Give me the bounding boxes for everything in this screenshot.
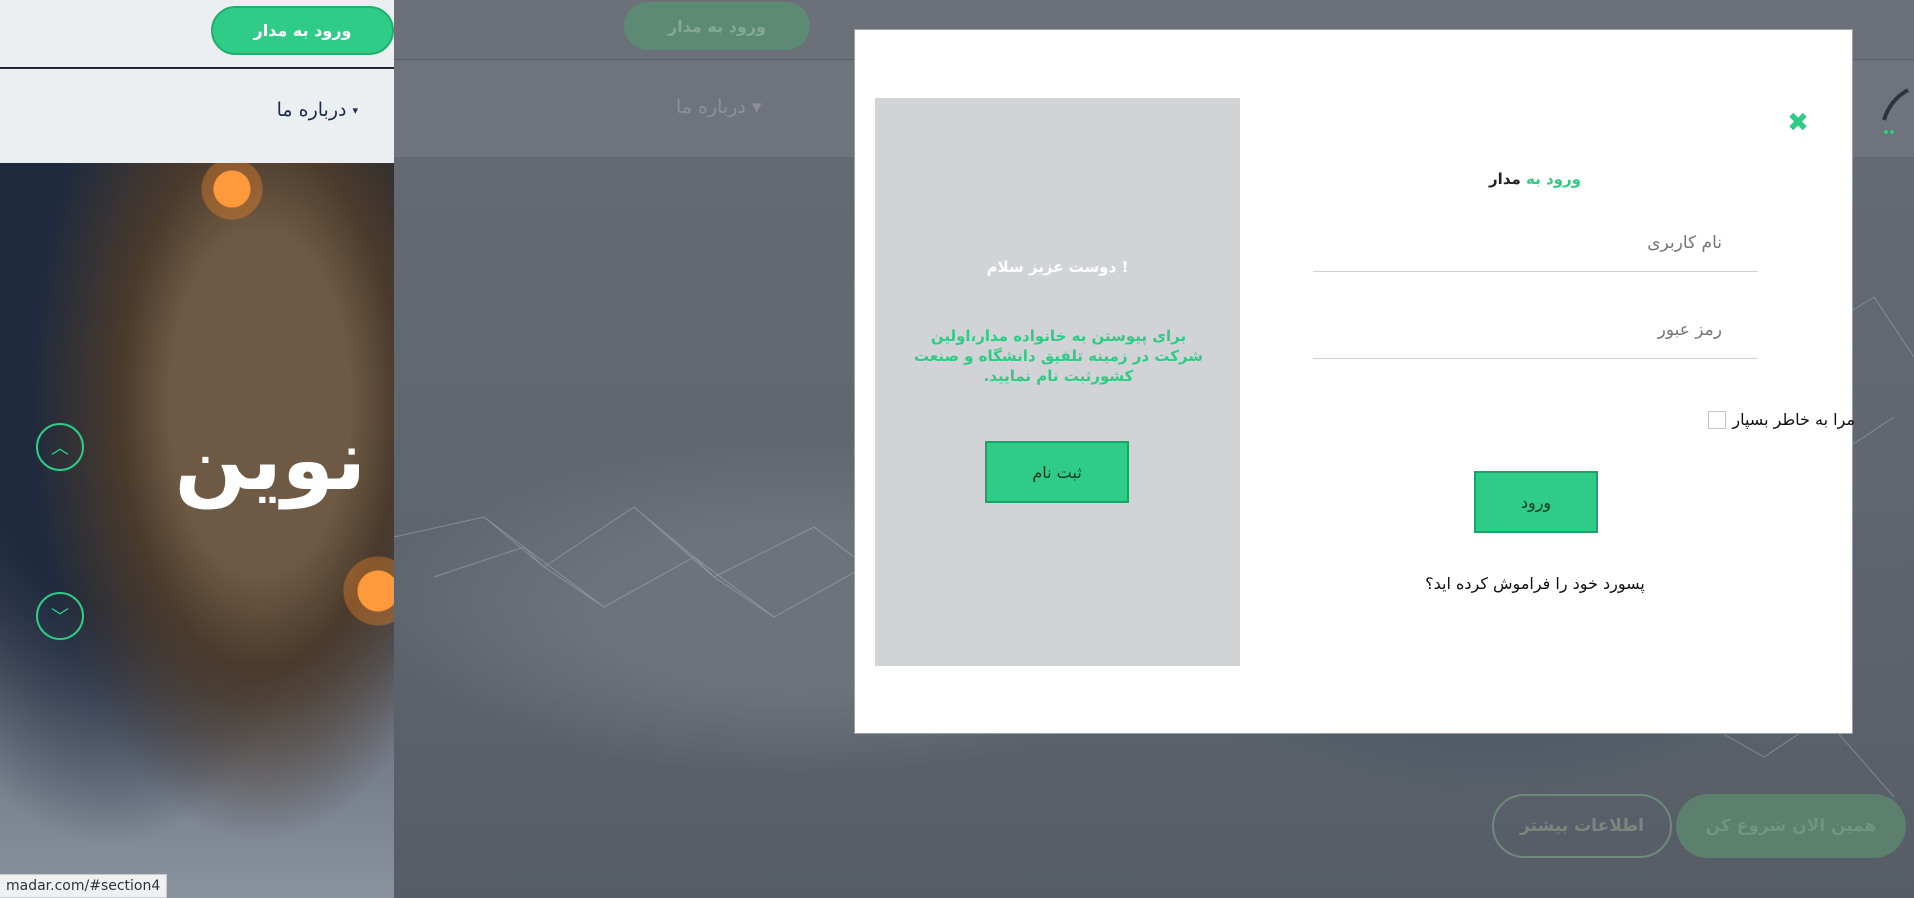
login-modal: دوست عزیز سلام ! برای پیوستن به خانواده … bbox=[854, 29, 1855, 734]
username-input[interactable] bbox=[1313, 214, 1758, 271]
close-icon[interactable]: ✖ bbox=[1785, 110, 1811, 136]
nav-about-label: درباره ما bbox=[276, 99, 347, 121]
login-submit-button[interactable]: ورود bbox=[1474, 471, 1598, 533]
bg-nav-about: درباره ما ▾ bbox=[676, 96, 761, 118]
register-button[interactable]: ثبت نام bbox=[985, 441, 1129, 503]
caret-down-icon: ▾ bbox=[352, 103, 358, 117]
slider-down-button[interactable]: ﹀ bbox=[36, 592, 84, 640]
welcome-title: دوست عزیز سلام ! bbox=[986, 258, 1129, 276]
header-bar: ورود به مدار bbox=[0, 0, 394, 68]
login-to-madar-button[interactable]: ورود به مدار bbox=[211, 6, 394, 55]
remember-me-checkbox[interactable] bbox=[1708, 410, 1727, 429]
chevron-down-icon: ﹀ bbox=[51, 607, 69, 628]
login-title-dark: مدار bbox=[1489, 170, 1521, 188]
bg-start-now-button: همین الان شروع کن bbox=[1676, 794, 1906, 858]
welcome-panel: دوست عزیز سلام ! برای پیوستن به خانواده … bbox=[875, 98, 1240, 666]
caret-down-icon: ▾ bbox=[751, 96, 762, 118]
login-title-green: ورود به bbox=[1526, 170, 1581, 188]
slider-up-button[interactable]: ︿ bbox=[36, 423, 84, 471]
logo-fragment bbox=[1882, 88, 1910, 134]
username-field-wrapper bbox=[1313, 214, 1758, 272]
forgot-password-link[interactable]: پسورد خود را فراموش کرده اید؟ bbox=[1395, 574, 1675, 593]
remember-me: مرا به خاطر بسپار bbox=[1455, 410, 1855, 429]
left-page-strip: نوین ︿ ﹀ ورود به مدار درباره ما ▾ madar.… bbox=[0, 0, 394, 898]
bg-nav-about-label: درباره ما bbox=[676, 96, 746, 118]
remember-me-label: مرا به خاطر بسپار bbox=[1732, 410, 1855, 429]
bg-login-button: ورود به مدار bbox=[624, 2, 810, 50]
hero-image: نوین ︿ ﹀ bbox=[0, 163, 394, 898]
status-bar-url: madar.com/#section4 bbox=[0, 874, 168, 898]
bg-more-info-button: اطلاعات بیشتر bbox=[1492, 794, 1672, 858]
welcome-text: برای پیوستن به خانواده مدار،اولین شرکت د… bbox=[913, 327, 1204, 385]
nav-bar: درباره ما ▾ bbox=[0, 69, 394, 163]
password-field-wrapper bbox=[1313, 301, 1758, 359]
nav-about[interactable]: درباره ما ▾ bbox=[277, 99, 358, 121]
password-input[interactable] bbox=[1313, 301, 1758, 358]
hero-word: نوین bbox=[174, 411, 366, 509]
chevron-up-icon: ︿ bbox=[51, 438, 69, 459]
login-title: ورود به مدار bbox=[1415, 170, 1655, 188]
